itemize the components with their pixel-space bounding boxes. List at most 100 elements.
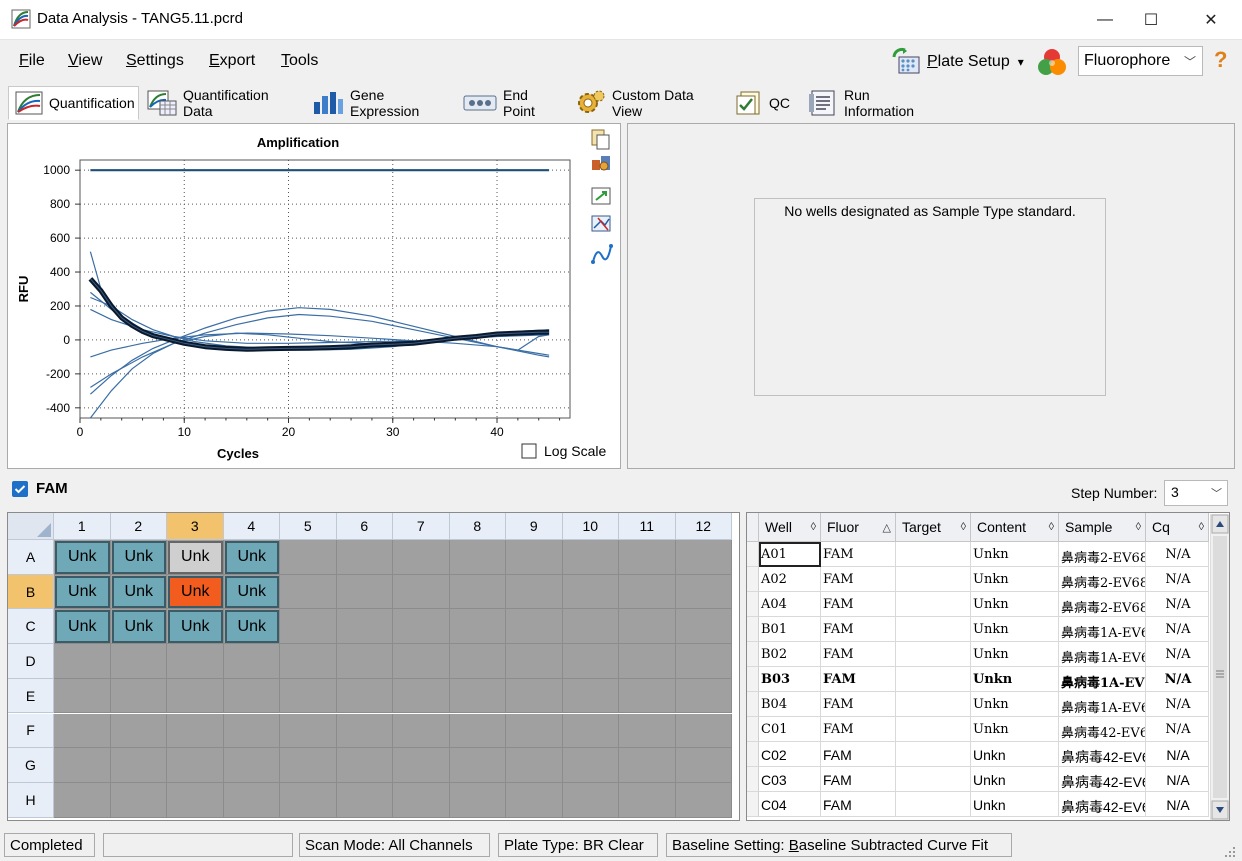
- plate-well[interactable]: [167, 644, 224, 679]
- copy-chart-icon[interactable]: [591, 129, 610, 150]
- table-cell-well[interactable]: C01: [759, 717, 821, 742]
- tab-custom-data-view[interactable]: Custom Data View: [567, 86, 725, 120]
- plate-well[interactable]: [562, 782, 619, 818]
- plate-well[interactable]: [54, 748, 111, 783]
- table-scrollbar[interactable]: [1210, 514, 1229, 820]
- plate-well[interactable]: [223, 678, 280, 714]
- plate-col-header[interactable]: 7: [393, 513, 450, 540]
- plate-well-C4[interactable]: Unk: [224, 610, 279, 644]
- plate-well[interactable]: [280, 748, 337, 783]
- plate-col-header[interactable]: 8: [449, 513, 506, 540]
- plate-well-C3[interactable]: Unk: [168, 610, 223, 644]
- table-cell-well[interactable]: C02: [759, 742, 821, 767]
- export-chart-icon[interactable]: [591, 187, 611, 205]
- row-selector[interactable]: [747, 617, 759, 642]
- plate-well[interactable]: [110, 713, 167, 749]
- plate-well[interactable]: [223, 782, 280, 818]
- fluorophore-select[interactable]: Fluorophore ﹀: [1078, 46, 1203, 76]
- row-selector[interactable]: [747, 742, 759, 767]
- dye-icon[interactable]: [1036, 46, 1068, 78]
- table-cell-target[interactable]: [896, 742, 971, 767]
- plate-col-header[interactable]: 4: [223, 513, 280, 540]
- table-cell-content[interactable]: Unkn: [971, 542, 1059, 567]
- plate-well[interactable]: [675, 540, 732, 575]
- table-cell-cq[interactable]: N/A: [1146, 717, 1209, 742]
- scroll-down-icon[interactable]: [1211, 800, 1229, 820]
- table-cell-fluor[interactable]: FAM: [821, 617, 896, 642]
- plate-well[interactable]: [449, 713, 506, 749]
- plate-well-B2[interactable]: Unk: [111, 575, 166, 609]
- plate-well-C1[interactable]: Unk: [55, 610, 110, 644]
- table-cell-content[interactable]: Unkn: [971, 667, 1059, 692]
- plate-well[interactable]: [336, 782, 393, 818]
- row-selector[interactable]: [747, 667, 759, 692]
- table-cell-cq[interactable]: N/A: [1146, 617, 1209, 642]
- plate-col-header[interactable]: 1: [54, 513, 111, 540]
- plate-well[interactable]: [675, 574, 732, 610]
- resize-grip-icon[interactable]: [1222, 844, 1238, 860]
- table-cell-fluor[interactable]: FAM: [821, 717, 896, 742]
- plate-well-B4[interactable]: Unk: [224, 575, 279, 609]
- plate-well[interactable]: [506, 713, 563, 749]
- table-cell-content[interactable]: Unkn: [971, 617, 1059, 642]
- table-cell-target[interactable]: [896, 692, 971, 717]
- table-cell-sample[interactable]: 鼻病毒2-EV68: [1059, 542, 1146, 567]
- column-header-content[interactable]: Content ◊: [971, 513, 1059, 542]
- table-cell-sample[interactable]: 鼻病毒1A-EV68: [1059, 667, 1146, 692]
- plate-well[interactable]: [619, 574, 676, 610]
- plate-well[interactable]: [336, 678, 393, 714]
- plate-well[interactable]: [54, 644, 111, 679]
- plate-well[interactable]: [223, 644, 280, 679]
- tab-end-point[interactable]: End Point: [456, 86, 564, 120]
- table-cell-content[interactable]: Unkn: [971, 792, 1059, 817]
- table-cell-content[interactable]: Unkn: [971, 742, 1059, 767]
- plate-well[interactable]: [449, 644, 506, 679]
- table-cell-cq[interactable]: N/A: [1146, 642, 1209, 667]
- plate-well[interactable]: [393, 782, 450, 818]
- plate-corner[interactable]: [8, 513, 54, 540]
- plate-well[interactable]: [562, 748, 619, 783]
- step-number-select[interactable]: 3 ﹀: [1164, 480, 1228, 506]
- row-selector[interactable]: [747, 717, 759, 742]
- table-cell-sample[interactable]: 鼻病毒42-EV68: [1059, 767, 1146, 792]
- plate-well[interactable]: [336, 644, 393, 679]
- plate-well[interactable]: [449, 609, 506, 645]
- plate-well[interactable]: [393, 644, 450, 679]
- plate-well[interactable]: [562, 713, 619, 749]
- plate-well-A1[interactable]: Unk: [55, 541, 110, 574]
- column-header-well[interactable]: Well ◊: [759, 513, 821, 542]
- plate-well-A2[interactable]: Unk: [111, 541, 166, 574]
- row-selector[interactable]: [747, 642, 759, 667]
- minimize-button[interactable]: —: [1082, 0, 1128, 40]
- table-cell-target[interactable]: [896, 767, 971, 792]
- log-scale-checkbox[interactable]: [521, 443, 537, 459]
- plate-well[interactable]: [110, 782, 167, 818]
- row-selector[interactable]: [747, 567, 759, 592]
- row-selector[interactable]: [747, 542, 759, 567]
- plate-well-B1[interactable]: Unk: [55, 575, 110, 609]
- plate-well[interactable]: [449, 748, 506, 783]
- plate-well[interactable]: [280, 678, 337, 714]
- table-cell-well[interactable]: C03: [759, 767, 821, 792]
- plate-well[interactable]: [167, 748, 224, 783]
- table-cell-fluor[interactable]: FAM: [821, 592, 896, 617]
- menu-settings[interactable]: Settings: [126, 52, 184, 70]
- plate-col-header[interactable]: 12: [675, 513, 732, 540]
- table-cell-well[interactable]: B03: [759, 667, 821, 692]
- table-cell-cq[interactable]: N/A: [1146, 742, 1209, 767]
- table-cell-content[interactable]: Unkn: [971, 717, 1059, 742]
- plate-well[interactable]: [393, 748, 450, 783]
- plate-well[interactable]: [619, 782, 676, 818]
- plate-well-C2[interactable]: Unk: [111, 610, 166, 644]
- column-header-fluor[interactable]: Fluor △: [821, 513, 896, 542]
- plate-well[interactable]: [336, 540, 393, 575]
- plate-well[interactable]: [110, 644, 167, 679]
- table-cell-target[interactable]: [896, 617, 971, 642]
- sort-icon[interactable]: ◊: [1199, 521, 1204, 533]
- plate-well[interactable]: [562, 678, 619, 714]
- plate-well[interactable]: [393, 574, 450, 610]
- sort-icon[interactable]: ◊: [961, 521, 966, 533]
- column-header-target[interactable]: Target ◊: [896, 513, 971, 542]
- tab-run-information[interactable]: Run Information: [801, 86, 942, 120]
- plate-well[interactable]: [619, 748, 676, 783]
